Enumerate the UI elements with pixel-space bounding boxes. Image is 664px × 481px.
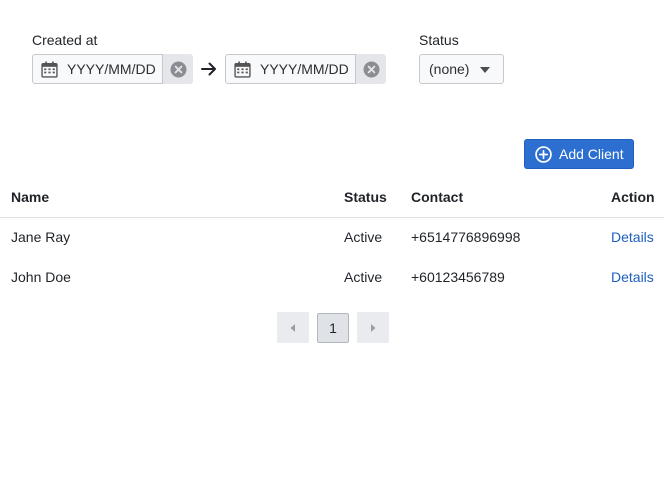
table-row: John Doe Active +60123456789 Details bbox=[0, 258, 664, 298]
status-select[interactable]: (none) bbox=[419, 54, 504, 84]
created-at-label: Created at bbox=[32, 32, 98, 48]
next-page-button[interactable] bbox=[357, 312, 389, 343]
date-from-input[interactable]: YYYY/MM/DD bbox=[32, 54, 163, 84]
chevron-left-icon bbox=[290, 323, 295, 332]
date-to-clear-button[interactable] bbox=[356, 54, 386, 84]
cell-name: Jane Ray bbox=[11, 229, 71, 245]
add-client-button[interactable]: Add Client bbox=[524, 139, 634, 169]
chevron-right-icon bbox=[371, 323, 376, 332]
column-header-status[interactable]: Status bbox=[344, 189, 387, 205]
cell-contact: +6514776896998 bbox=[411, 229, 521, 245]
column-header-name[interactable]: Name bbox=[11, 189, 49, 205]
caret-down-icon bbox=[480, 67, 490, 73]
cell-status: Active bbox=[344, 269, 383, 285]
status-filter-label: Status bbox=[419, 32, 459, 48]
clear-icon bbox=[363, 61, 379, 77]
column-header-action: Action bbox=[611, 189, 655, 205]
date-from-field: YYYY/MM/DD bbox=[32, 54, 193, 84]
date-to-input[interactable]: YYYY/MM/DD bbox=[225, 54, 356, 84]
date-from-value: YYYY/MM/DD bbox=[67, 61, 156, 77]
cell-contact: +60123456789 bbox=[411, 269, 505, 285]
calendar-icon bbox=[234, 61, 251, 78]
status-select-value: (none) bbox=[429, 61, 470, 77]
plus-circle-icon bbox=[535, 145, 552, 163]
table-header: Name Status Contact Action bbox=[0, 180, 664, 218]
table-row: Jane Ray Active +6514776896998 Details bbox=[0, 218, 664, 258]
page-1-button[interactable]: 1 bbox=[317, 313, 349, 343]
cell-name: John Doe bbox=[11, 269, 71, 285]
details-link[interactable]: Details bbox=[611, 269, 654, 285]
add-client-label: Add Client bbox=[559, 146, 624, 162]
cell-status: Active bbox=[344, 229, 383, 245]
date-from-clear-button[interactable] bbox=[163, 54, 193, 84]
arrow-right-icon bbox=[201, 62, 216, 76]
previous-page-button[interactable] bbox=[277, 312, 309, 343]
date-to-value: YYYY/MM/DD bbox=[260, 61, 349, 77]
clear-icon bbox=[170, 61, 186, 77]
column-header-contact[interactable]: Contact bbox=[411, 189, 463, 205]
details-link[interactable]: Details bbox=[611, 229, 654, 245]
calendar-icon bbox=[41, 61, 58, 78]
date-to-field: YYYY/MM/DD bbox=[225, 54, 386, 84]
